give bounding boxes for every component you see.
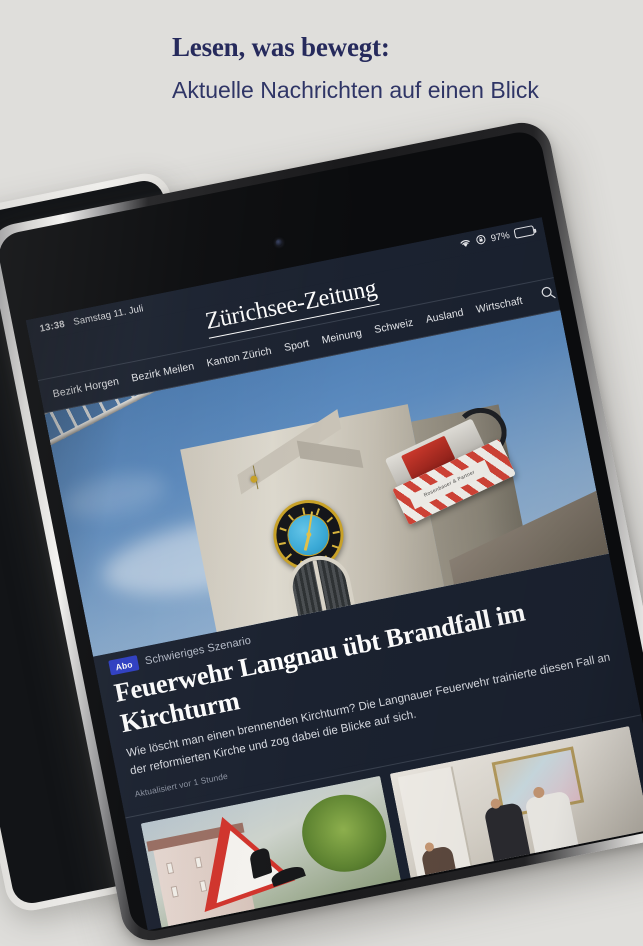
nav-item-kanton-zuerich[interactable]: Kanton Zürich bbox=[206, 345, 273, 370]
battery-percentage: 97% bbox=[489, 229, 511, 245]
nav-item-meinung[interactable]: Meinung bbox=[321, 327, 363, 347]
clock-center-pin bbox=[305, 531, 312, 538]
wifi-icon bbox=[458, 236, 472, 251]
clock-tick bbox=[332, 530, 340, 535]
nav-action-icons bbox=[533, 278, 588, 308]
nav-item-schweiz[interactable]: Schweiz bbox=[373, 317, 414, 336]
battery-icon bbox=[513, 225, 536, 239]
clock-tick bbox=[331, 544, 339, 549]
front-camera-icon bbox=[274, 238, 283, 247]
nav-item-bezirk-horgen[interactable]: Bezirk Horgen bbox=[52, 376, 120, 401]
tablet-screen: 13:38 Samstag 11. Juli 97% Zürichsee-Zei… bbox=[25, 217, 643, 931]
rotation-lock-icon bbox=[475, 233, 487, 248]
clock-tick bbox=[287, 513, 295, 521]
clock-tick bbox=[285, 552, 293, 559]
nav-item-wirtschaft[interactable]: Wirtschaft bbox=[475, 295, 524, 316]
promo-headline: Lesen, was bewegt: bbox=[172, 32, 390, 62]
nav-item-sport[interactable]: Sport bbox=[283, 338, 310, 355]
status-bar-time: 13:38 bbox=[38, 318, 66, 335]
clock-tick bbox=[326, 516, 334, 523]
hamburger-menu-icon[interactable] bbox=[568, 279, 588, 300]
nav-item-ausland[interactable]: Ausland bbox=[425, 307, 465, 326]
search-icon[interactable] bbox=[539, 284, 558, 307]
nav-item-bezirk-meilen[interactable]: Bezirk Meilen bbox=[130, 361, 195, 385]
promo-heading-block: Lesen, was bewegt: Aktuelle Nachrichten … bbox=[172, 32, 592, 108]
tower-roof-right bbox=[296, 440, 364, 468]
subscription-badge: Abo bbox=[108, 655, 140, 676]
clock-tick bbox=[315, 507, 321, 516]
clock-tick bbox=[301, 506, 306, 515]
clock-tick bbox=[279, 526, 287, 532]
promo-subheadline: Aktuelle Nachrichten auf einen Blick bbox=[172, 76, 539, 103]
clock-tick bbox=[278, 541, 286, 545]
